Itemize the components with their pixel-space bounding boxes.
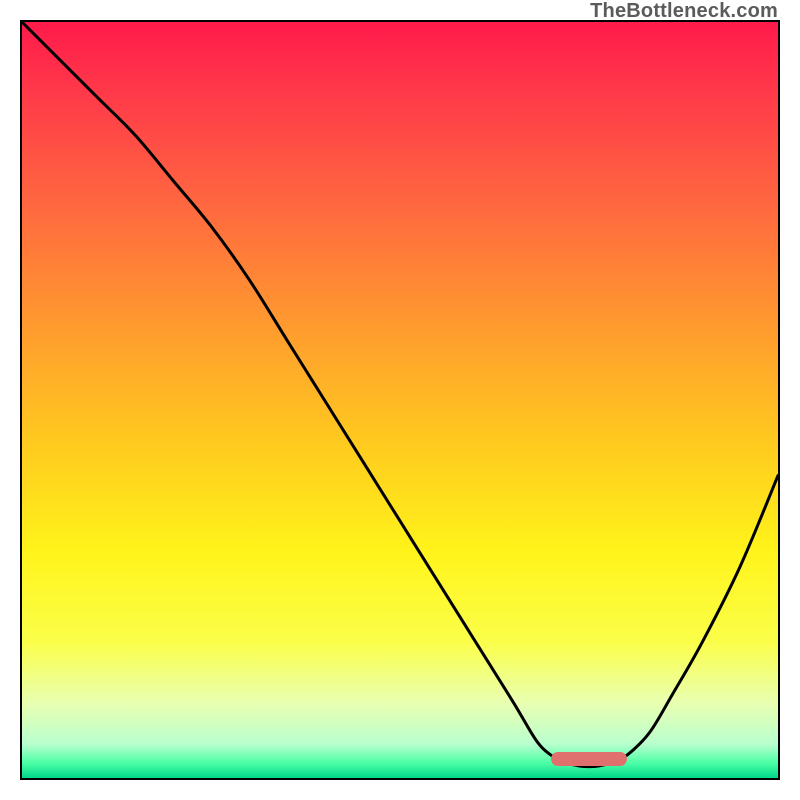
bottleneck-curve-line (22, 22, 778, 778)
plot-area (20, 20, 780, 780)
optimal-range-marker (551, 752, 627, 766)
chart-frame: TheBottleneck.com (0, 0, 800, 800)
